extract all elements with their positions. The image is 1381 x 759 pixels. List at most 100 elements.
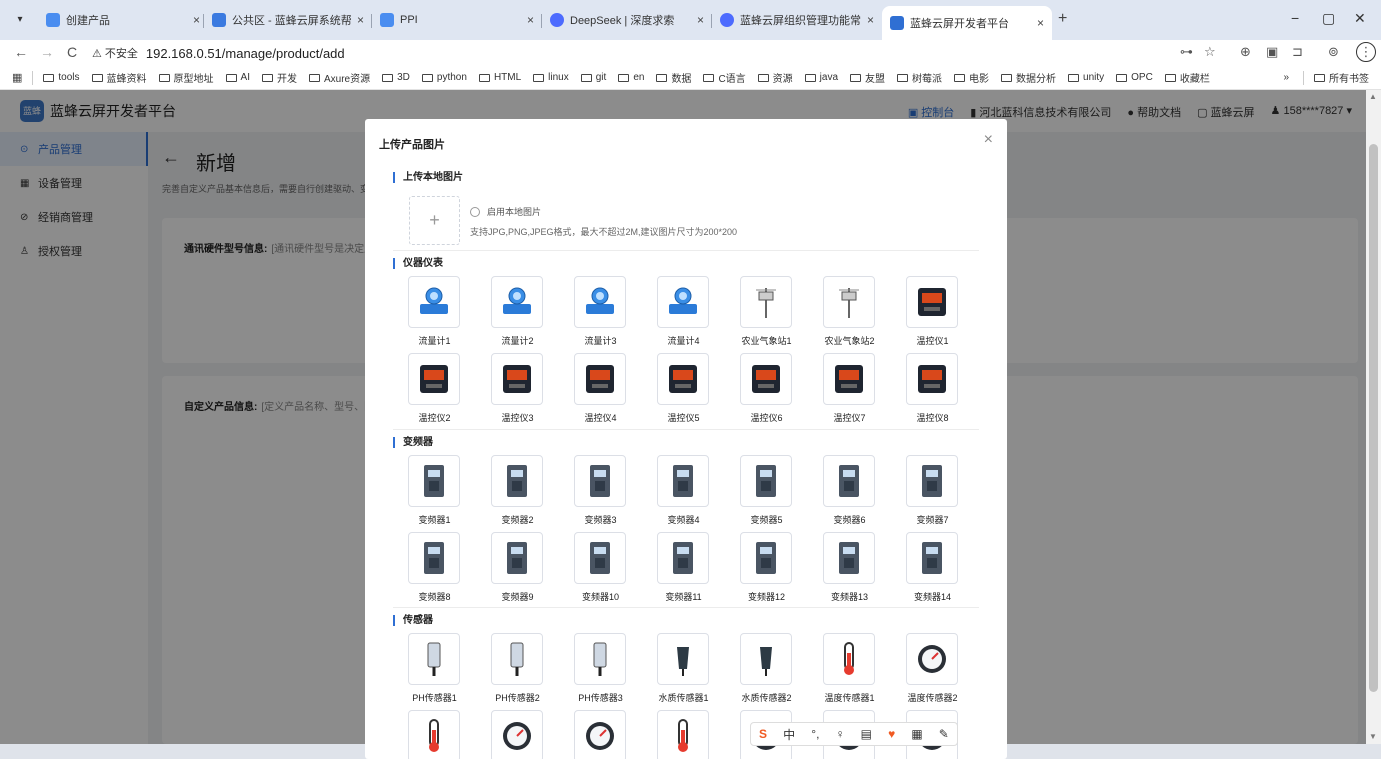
- all-bookmarks-button[interactable]: 所有书签: [1314, 70, 1369, 85]
- tab-close-icon[interactable]: ×: [357, 13, 364, 27]
- product-image-option[interactable]: 变频器11: [642, 532, 725, 609]
- product-image-option[interactable]: 农业气象站1: [725, 276, 808, 353]
- ime-language-toggle[interactable]: 中: [783, 726, 795, 743]
- product-image-option[interactable]: PH传感器3: [559, 633, 642, 710]
- bookmark-folder[interactable]: 3D: [382, 72, 410, 83]
- tab-3[interactable]: PPI ×: [372, 6, 542, 34]
- product-image-option[interactable]: 水质传感器1: [642, 633, 725, 710]
- flowmeter-icon[interactable]: [491, 276, 543, 328]
- product-image-option[interactable]: 变频器8: [393, 532, 476, 609]
- bookmark-folder[interactable]: HTML: [478, 72, 521, 83]
- inverter-icon[interactable]: [408, 532, 460, 584]
- enable-local-radio[interactable]: 启用本地图片: [470, 205, 541, 218]
- product-image-option[interactable]: [559, 710, 642, 759]
- inverter-icon[interactable]: [906, 532, 958, 584]
- product-image-option[interactable]: [393, 710, 476, 759]
- inverter-icon[interactable]: [408, 455, 460, 507]
- temp-controller-icon[interactable]: [906, 276, 958, 328]
- forward-button[interactable]: →: [40, 44, 54, 60]
- thermometer-icon[interactable]: [823, 633, 875, 685]
- bookmark-folder[interactable]: 电影: [954, 70, 989, 85]
- page-scrollbar[interactable]: ▲ ▼: [1366, 90, 1381, 744]
- ph-sensor-icon[interactable]: [408, 633, 460, 685]
- product-image-option[interactable]: 变频器9: [476, 532, 559, 609]
- product-image-option[interactable]: 变频器12: [725, 532, 808, 609]
- bookmark-star-icon[interactable]: ☆: [1204, 44, 1216, 60]
- tab-4[interactable]: DeepSeek | 深度求索 ×: [542, 6, 712, 34]
- bookmark-folder[interactable]: AI: [225, 72, 250, 83]
- product-image-option[interactable]: 温控仪4: [559, 353, 642, 430]
- profile-icon[interactable]: ⊚: [1328, 44, 1339, 60]
- temp-controller-icon[interactable]: [408, 353, 460, 405]
- product-image-option[interactable]: 变频器7: [891, 455, 974, 532]
- bookmark-folder[interactable]: unity: [1068, 72, 1104, 83]
- product-image-option[interactable]: 温控仪5: [642, 353, 725, 430]
- product-image-option[interactable]: 温控仪8: [891, 353, 974, 430]
- tab-close-icon[interactable]: ×: [193, 13, 200, 27]
- insecure-badge[interactable]: 不安全: [92, 45, 138, 61]
- inverter-icon[interactable]: [823, 532, 875, 584]
- microphone-icon[interactable]: ♀: [836, 727, 845, 741]
- tab-close-icon[interactable]: ×: [527, 13, 534, 27]
- product-image-option[interactable]: PH传感器2: [476, 633, 559, 710]
- gauge-icon[interactable]: [491, 710, 543, 759]
- tab-1[interactable]: 创建产品 ×: [38, 6, 208, 34]
- product-image-option[interactable]: 变频器14: [891, 532, 974, 609]
- minimize-button[interactable]: −: [1291, 10, 1299, 26]
- menu-kebab-icon[interactable]: ⋮: [1356, 42, 1376, 62]
- tab-close-icon[interactable]: ×: [1037, 16, 1044, 30]
- product-image-option[interactable]: 变频器1: [393, 455, 476, 532]
- product-image-option[interactable]: 水质传感器2: [725, 633, 808, 710]
- bookmark-folder[interactable]: git: [580, 72, 606, 83]
- product-image-option[interactable]: 变频器5: [725, 455, 808, 532]
- weather-station-icon[interactable]: [740, 276, 792, 328]
- product-image-option[interactable]: [642, 710, 725, 759]
- product-image-option[interactable]: 流量计3: [559, 276, 642, 353]
- scroll-up-icon[interactable]: ▲: [1369, 92, 1377, 101]
- flowmeter-icon[interactable]: [408, 276, 460, 328]
- scroll-down-icon[interactable]: ▼: [1369, 732, 1377, 741]
- product-image-option[interactable]: 温控仪1: [891, 276, 974, 353]
- ime-logo-icon[interactable]: S: [759, 727, 767, 741]
- inverter-icon[interactable]: [740, 455, 792, 507]
- product-image-option[interactable]: [476, 710, 559, 759]
- bookmark-folder[interactable]: Axure资源: [308, 70, 370, 85]
- reload-button[interactable]: C: [67, 44, 77, 60]
- inverter-icon[interactable]: [906, 455, 958, 507]
- bookmark-folder[interactable]: 原型地址: [158, 70, 214, 85]
- inverter-icon[interactable]: [491, 455, 543, 507]
- keyboard-icon[interactable]: ▤: [861, 727, 872, 741]
- maximize-button[interactable]: ▢: [1322, 10, 1335, 27]
- extension-2-icon[interactable]: ▣: [1266, 44, 1278, 60]
- thermometer-icon[interactable]: [408, 710, 460, 759]
- bookmark-folder[interactable]: 资源: [757, 70, 793, 85]
- ime-punctuation-icon[interactable]: °,: [811, 727, 819, 741]
- bookmark-folder[interactable]: python: [421, 72, 467, 83]
- inverter-icon[interactable]: [574, 532, 626, 584]
- tab-close-icon[interactable]: ×: [697, 13, 704, 27]
- weather-station-icon[interactable]: [823, 276, 875, 328]
- temp-controller-icon[interactable]: [823, 353, 875, 405]
- product-image-option[interactable]: 农业气象站2: [808, 276, 891, 353]
- product-image-option[interactable]: 变频器4: [642, 455, 725, 532]
- apps-grid-icon[interactable]: ▦: [12, 71, 22, 84]
- bookmark-folder[interactable]: 开发: [261, 70, 297, 85]
- product-image-option[interactable]: 变频器3: [559, 455, 642, 532]
- flowmeter-icon[interactable]: [657, 276, 709, 328]
- close-window-button[interactable]: ✕: [1354, 10, 1366, 27]
- upload-box[interactable]: +: [409, 196, 460, 245]
- product-image-option[interactable]: 变频器13: [808, 532, 891, 609]
- temp-controller-icon[interactable]: [574, 353, 626, 405]
- product-image-option[interactable]: 温控仪6: [725, 353, 808, 430]
- bookmark-folder[interactable]: java: [804, 72, 838, 83]
- bookmark-folder[interactable]: 友盟: [850, 70, 885, 85]
- bookmark-folder[interactable]: 收藏栏: [1164, 70, 1210, 85]
- water-sensor-icon[interactable]: [657, 633, 709, 685]
- bookmark-folder[interactable]: OPC: [1116, 72, 1153, 83]
- product-image-option[interactable]: 温控仪2: [393, 353, 476, 430]
- water-sensor-icon[interactable]: [740, 633, 792, 685]
- product-image-option[interactable]: 流量计2: [476, 276, 559, 353]
- bookmarks-overflow-button[interactable]: »: [1283, 72, 1289, 83]
- bookmark-folder[interactable]: 蓝蜂资料: [91, 70, 147, 85]
- temp-controller-icon[interactable]: [906, 353, 958, 405]
